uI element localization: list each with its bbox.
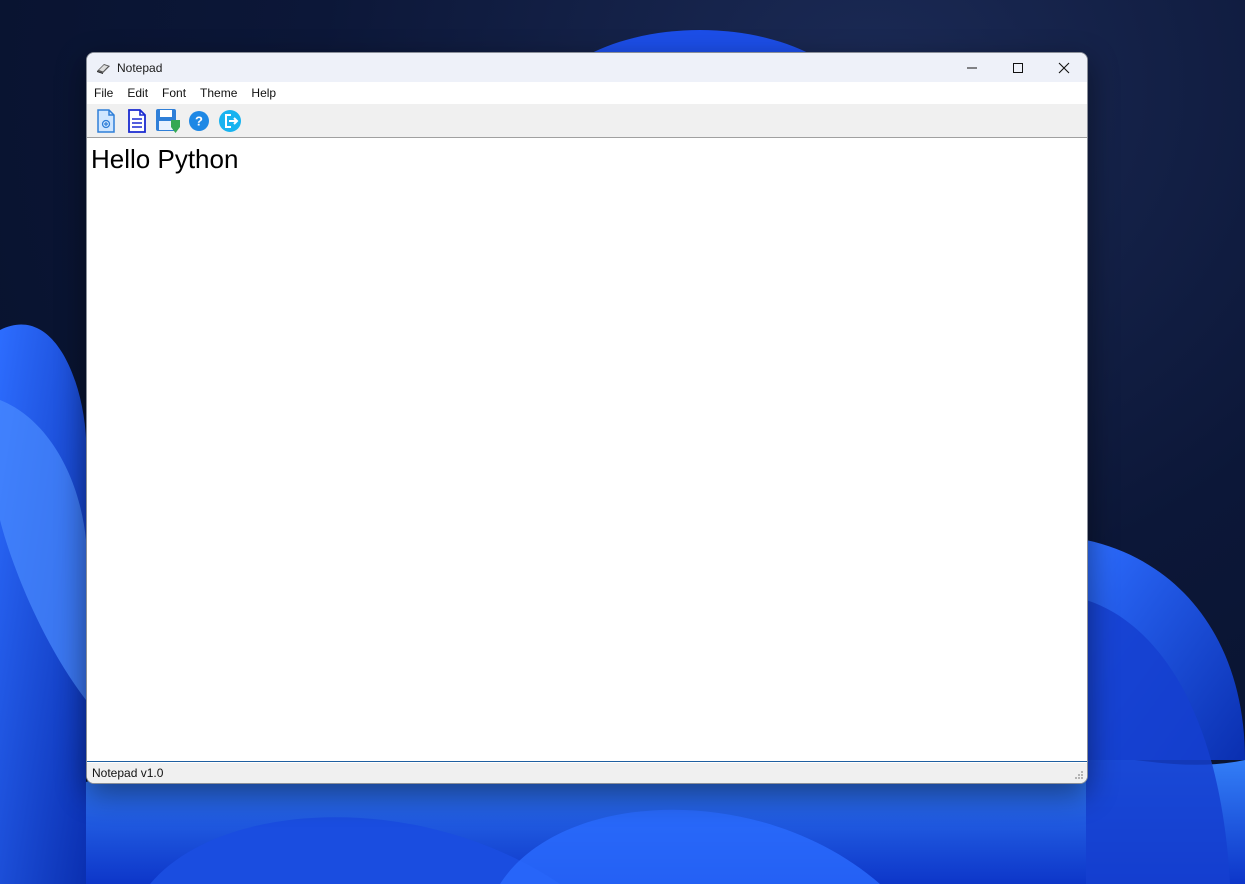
save-button[interactable] [154, 107, 181, 134]
editor-content[interactable]: Hello Python [91, 144, 238, 175]
maximize-button[interactable] [995, 53, 1041, 82]
exit-icon [218, 109, 242, 133]
title-bar[interactable]: Notepad [87, 53, 1087, 82]
toolbar: ? [87, 104, 1087, 138]
status-bar: Notepad v1.0 [87, 763, 1087, 783]
save-icon [155, 108, 181, 134]
window-controls [949, 53, 1087, 82]
new-file-icon [95, 109, 117, 133]
text-editor[interactable]: Hello Python [87, 138, 1087, 762]
menu-bar: File Edit Font Theme Help [87, 82, 1087, 104]
maximize-icon [1012, 62, 1024, 74]
minimize-button[interactable] [949, 53, 995, 82]
resize-grip-icon[interactable] [1074, 770, 1084, 780]
notepad-window: Notepad File Edit Font Theme Help [86, 52, 1088, 784]
menu-file[interactable]: File [87, 82, 120, 104]
new-file-button[interactable] [92, 107, 119, 134]
window-title: Notepad [117, 61, 162, 75]
help-icon: ? [188, 110, 210, 132]
svg-text:?: ? [195, 113, 203, 128]
menu-font[interactable]: Font [155, 82, 193, 104]
help-button[interactable]: ? [185, 107, 212, 134]
close-icon [1058, 62, 1070, 74]
exit-button[interactable] [216, 107, 243, 134]
menu-theme[interactable]: Theme [193, 82, 244, 104]
close-button[interactable] [1041, 53, 1087, 82]
open-file-icon [126, 109, 148, 133]
menu-help[interactable]: Help [244, 82, 283, 104]
open-file-button[interactable] [123, 107, 150, 134]
notepad-app-icon [95, 60, 111, 76]
status-text: Notepad v1.0 [92, 766, 163, 780]
minimize-icon [966, 62, 978, 74]
menu-edit[interactable]: Edit [120, 82, 155, 104]
